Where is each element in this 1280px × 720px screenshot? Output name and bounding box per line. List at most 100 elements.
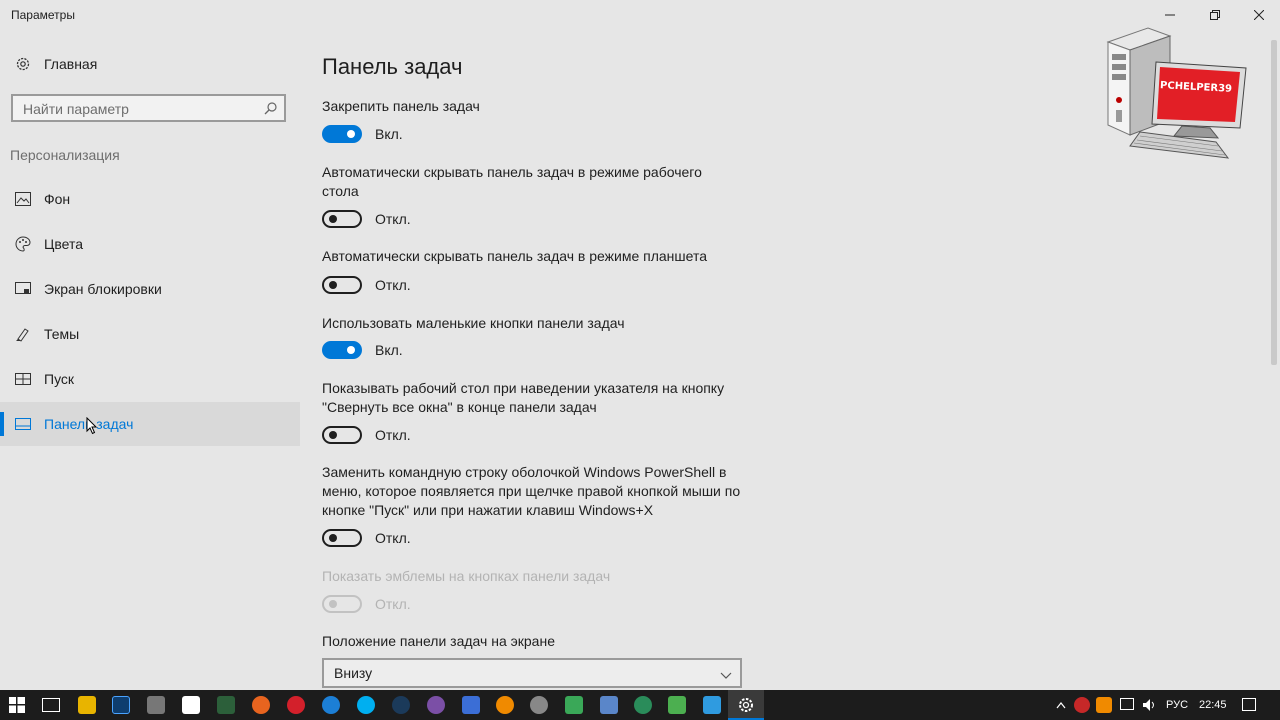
toggle-state: Вкл. [375, 342, 403, 358]
tools-icon[interactable] [147, 696, 165, 714]
title-bar: Параметры [0, 0, 1280, 30]
search-icon[interactable] [264, 101, 278, 120]
language-indicator[interactable]: РУС [1166, 699, 1188, 711]
active-indicator [0, 412, 4, 436]
scrollbar[interactable] [1268, 30, 1280, 690]
toggle-small-buttons[interactable] [322, 341, 362, 359]
file-explorer-icon[interactable] [78, 696, 96, 714]
pchelper-logo: PCHELPER39 [1100, 20, 1252, 170]
yandex-browser-icon[interactable] [287, 696, 305, 714]
app-icon[interactable] [703, 696, 721, 714]
setting-label: Показывать рабочий стол при наведении ук… [322, 380, 725, 415]
setting-label: Показать эмблемы на кнопках панели задач [322, 568, 611, 584]
vegas-icon[interactable] [182, 696, 200, 714]
network-icon[interactable] [1120, 698, 1134, 710]
minimize-icon [1165, 14, 1175, 16]
taskbar-position-dropdown[interactable]: Внизу [322, 658, 742, 688]
toggle-state: Откл. [375, 530, 411, 546]
toggle-state: Откл. [375, 211, 411, 227]
toggle-state: Вкл. [375, 126, 403, 142]
app-icon[interactable] [634, 696, 652, 714]
lock-screen-icon [14, 280, 32, 298]
windows-start-icon[interactable] [9, 697, 25, 713]
sidebar: Главная Найти параметр Персонализация Фо… [0, 30, 300, 690]
themes-icon [14, 325, 32, 343]
sidebar-item-home[interactable]: Главная [0, 42, 300, 86]
toggle-lock-taskbar[interactable] [322, 125, 362, 143]
edge-icon[interactable] [322, 696, 340, 714]
toggle-autohide-desktop[interactable] [322, 210, 362, 228]
toggle-knob [329, 215, 337, 223]
toggle-peek-desktop[interactable] [322, 426, 362, 444]
sidebar-item-label: Темы [44, 326, 80, 342]
setting-label: Заменить командную строку оболочкой Wind… [322, 464, 741, 518]
app-icon[interactable] [668, 696, 686, 714]
settings-gear-icon [739, 698, 753, 712]
sidebar-item-taskbar[interactable]: Панель задач [0, 402, 300, 446]
app-icon[interactable] [496, 696, 514, 714]
toggle-knob [329, 431, 337, 439]
tray-app-icon[interactable] [1074, 697, 1090, 713]
palette-icon [14, 235, 32, 253]
taskbar-active-settings[interactable] [728, 690, 764, 720]
sidebar-item-background[interactable]: Фон [0, 177, 300, 221]
section-title: Персонализация [10, 147, 120, 163]
setting-label: Использовать маленькие кнопки панели зад… [322, 315, 625, 331]
toggle-powershell[interactable] [322, 529, 362, 547]
toggle-knob [347, 130, 355, 138]
skype-icon[interactable] [357, 696, 375, 714]
windows-taskbar: РУС 22:45 [0, 690, 1280, 720]
toggle-knob [329, 281, 337, 289]
window-title: Параметры [11, 8, 75, 22]
sidebar-item-colors[interactable]: Цвета [0, 222, 300, 266]
setting-label: Закрепить панель задач [322, 98, 480, 114]
firefox-icon[interactable] [252, 696, 270, 714]
setting-label: Автоматически скрывать панель задач в ре… [322, 248, 707, 264]
close-icon [1254, 10, 1264, 20]
task-view-icon[interactable] [42, 698, 60, 712]
toggle-state: Откл. [375, 277, 411, 293]
gear-icon [14, 55, 32, 73]
tray-app-icon[interactable] [1096, 697, 1112, 713]
steam-icon[interactable] [392, 696, 410, 714]
restore-icon [1210, 10, 1220, 20]
sidebar-item-label: Цвета [44, 236, 83, 252]
sidebar-item-themes[interactable]: Темы [0, 312, 300, 356]
start-icon [14, 370, 32, 388]
sidebar-item-label: Главная [44, 56, 98, 72]
clock[interactable]: 22:45 [1199, 699, 1227, 711]
search-placeholder: Найти параметр [23, 101, 129, 117]
sidebar-item-label: Пуск [44, 371, 75, 387]
toggle-show-badges [322, 595, 362, 613]
page-title: Панель задач [322, 54, 463, 79]
notifications-icon[interactable] [1242, 698, 1256, 711]
toggle-knob [329, 534, 337, 542]
app-icon[interactable] [530, 696, 548, 714]
position-label: Положение панели задач на экране [322, 633, 555, 649]
chevron-down-icon [720, 667, 732, 685]
save-icon[interactable] [462, 696, 480, 714]
app-icon[interactable] [600, 696, 618, 714]
toggle-state: Откл. [375, 596, 411, 612]
toggle-knob [329, 600, 337, 608]
media-icon[interactable] [217, 696, 235, 714]
app-icon[interactable] [565, 696, 583, 714]
sidebar-item-label: Экран блокировки [44, 281, 162, 297]
toggle-state: Откл. [375, 427, 411, 443]
dropdown-value: Внизу [334, 665, 373, 681]
volume-icon[interactable] [1142, 698, 1158, 712]
scrollbar-thumb[interactable] [1271, 40, 1277, 365]
sidebar-item-start[interactable]: Пуск [0, 357, 300, 401]
chevron-up-icon[interactable] [1056, 701, 1066, 709]
viber-icon[interactable] [427, 696, 445, 714]
mouse-cursor-icon [86, 417, 98, 435]
sidebar-item-label: Фон [44, 191, 71, 207]
photoshop-icon[interactable] [112, 696, 130, 714]
search-input[interactable]: Найти параметр [11, 94, 286, 122]
image-icon [14, 190, 32, 208]
toggle-knob [347, 346, 355, 354]
setting-label: Автоматически скрывать панель задач в ре… [322, 164, 702, 199]
sidebar-item-lock-screen[interactable]: Экран блокировки [0, 267, 300, 311]
toggle-autohide-tablet[interactable] [322, 276, 362, 294]
taskbar-icon [14, 415, 32, 433]
